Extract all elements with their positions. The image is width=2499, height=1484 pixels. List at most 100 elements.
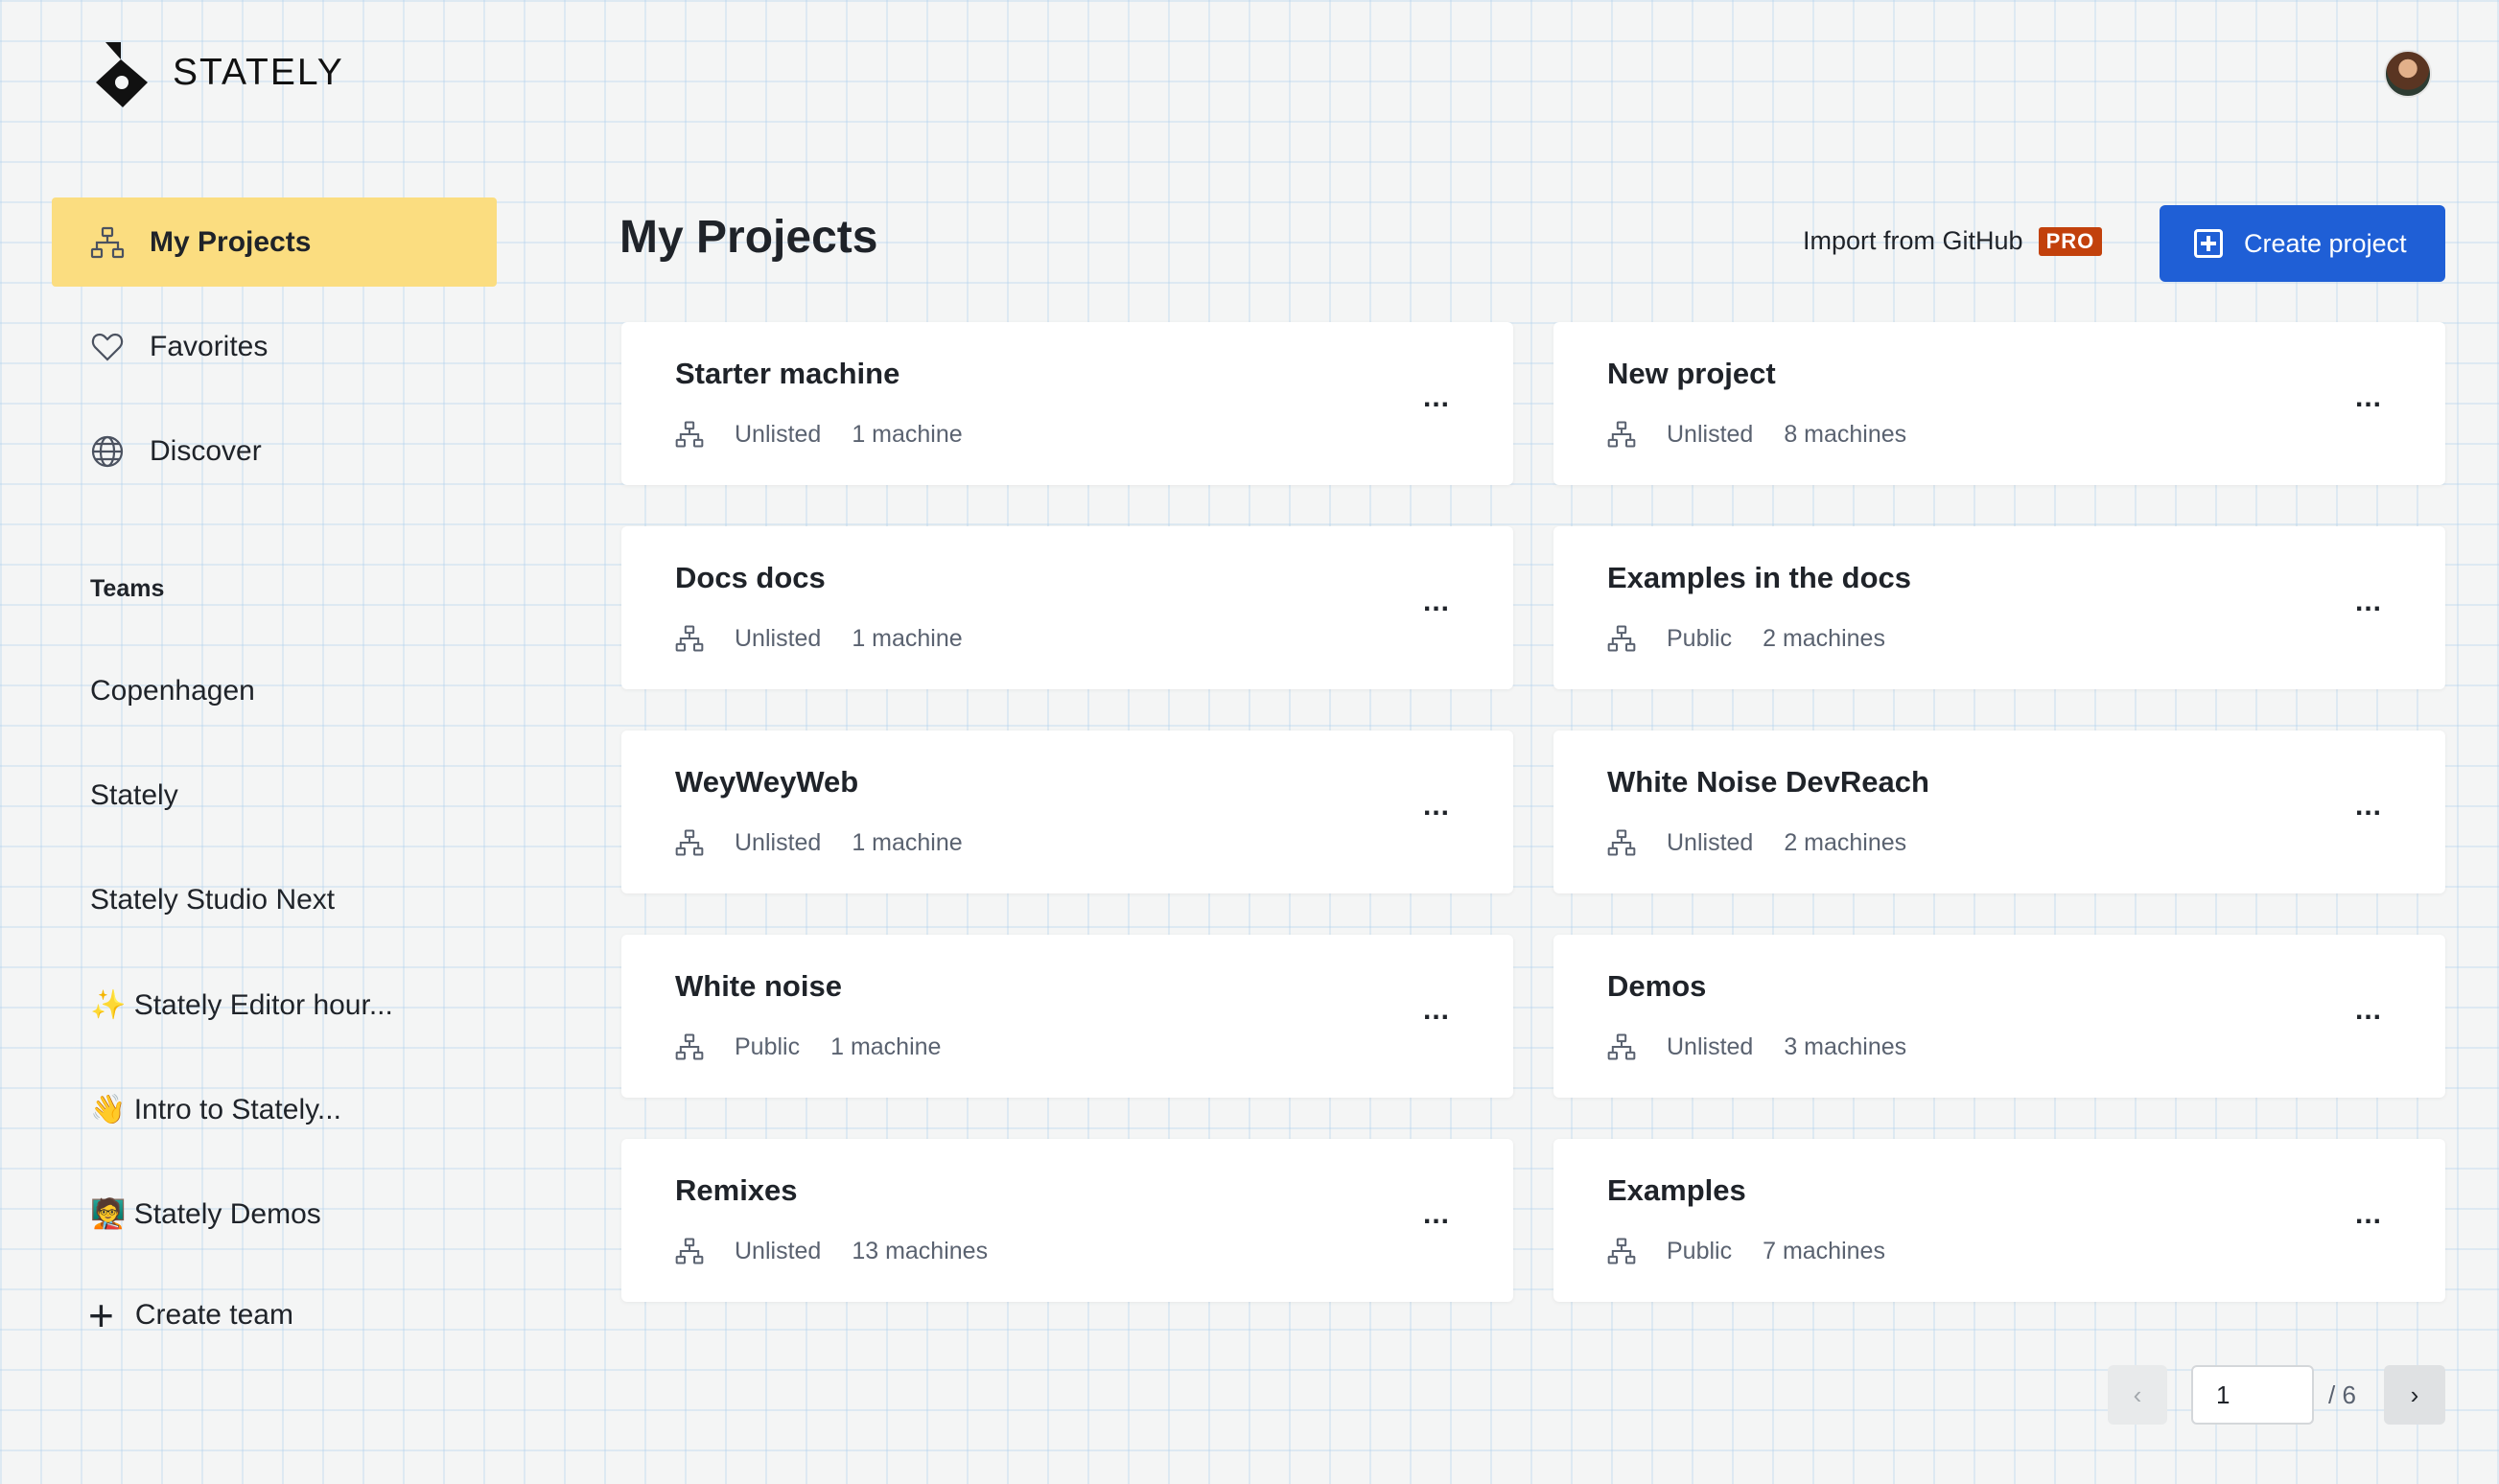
project-card[interactable]: White Noise DevReach Unlisted 2 machines..… [1553,730,2445,893]
hierarchy-icon [675,625,704,652]
plus-square-icon [2194,229,2223,258]
hierarchy-icon [1607,1238,1636,1264]
project-title[interactable]: Starter machine [675,357,899,391]
project-card[interactable]: Docs docs Unlisted 1 machine... [621,526,1513,689]
import-label: Import from GitHub [1803,226,2023,255]
hierarchy-icon [1607,625,1636,652]
import-from-github-button[interactable]: Import from GitHub PRO [1803,226,2103,256]
project-meta: Unlisted 2 machines [1607,828,1906,857]
project-machine-count: 1 machine [852,420,963,448]
project-title[interactable]: Demos [1607,969,1706,1004]
more-options-icon[interactable]: ... [2355,588,2382,616]
team-item[interactable]: 👋 Intro to Stately... [90,1093,341,1126]
project-card[interactable]: Examples in the docs Public 2 machines... [1553,526,2445,689]
project-title[interactable]: Remixes [675,1173,798,1208]
more-options-icon[interactable]: ... [1423,383,1450,412]
hierarchy-icon [675,1033,704,1060]
create-project-button[interactable]: Create project [2160,205,2445,282]
project-card[interactable]: New project Unlisted 8 machines... [1553,322,2445,485]
project-meta: Unlisted 8 machines [1607,420,1906,449]
hierarchy-icon [1607,829,1636,856]
pro-badge: PRO [2038,226,2103,256]
stately-logo [96,42,148,107]
project-machine-count: 1 machine [852,828,963,856]
project-card[interactable]: Remixes Unlisted 13 machines... [621,1139,1513,1302]
team-item[interactable]: ✨ Stately Editor hour... [90,988,393,1022]
more-options-icon[interactable]: ... [1423,1200,1450,1229]
project-meta: Public 1 machine [675,1032,941,1061]
page-title: My Projects [619,212,878,263]
more-options-icon[interactable]: ... [2355,792,2382,821]
project-visibility: Public [1667,1237,1733,1264]
project-title[interactable]: White Noise DevReach [1607,765,1929,800]
project-title[interactable]: Examples in the docs [1607,561,1911,595]
page-total: / 6 [2328,1380,2356,1409]
project-card[interactable]: White noise Public 1 machine... [621,935,1513,1098]
project-visibility: Unlisted [1667,420,1754,448]
more-options-icon[interactable]: ... [1423,996,1450,1025]
project-card[interactable]: Starter machine Unlisted 1 machine... [621,322,1513,485]
project-meta: Unlisted 13 machines [675,1237,988,1265]
team-item[interactable]: Stately [90,779,178,812]
sidebar-item-favorites[interactable]: Favorites [52,302,497,391]
project-machine-count: 2 machines [1763,624,1885,652]
hierarchy-icon [1607,421,1636,448]
hierarchy-icon [675,421,704,448]
project-meta: Unlisted 1 machine [675,420,963,449]
project-title[interactable]: White noise [675,969,842,1004]
project-title[interactable]: WeyWeyWeb [675,765,858,800]
create-team-label: Create team [134,1299,293,1331]
project-machine-count: 1 machine [852,624,963,652]
team-item[interactable]: 🧑‍🏫 Stately Demos [90,1197,321,1231]
project-visibility: Public [735,1032,801,1060]
more-options-icon[interactable]: ... [2355,1200,2382,1229]
brand-name: STATELY [173,52,344,93]
heart-icon [91,333,124,361]
teams-heading: Teams [90,575,165,602]
project-meta: Public 2 machines [1607,624,1885,653]
more-options-icon[interactable]: ... [1423,792,1450,821]
team-item[interactable]: Copenhagen [90,675,255,707]
previous-page-button[interactable]: ‹ [2108,1365,2167,1425]
project-card[interactable]: WeyWeyWeb Unlisted 1 machine... [621,730,1513,893]
project-visibility: Unlisted [1667,1032,1754,1060]
project-visibility: Unlisted [735,420,822,448]
project-meta: Public 7 machines [1607,1237,1885,1265]
project-title[interactable]: Examples [1607,1173,1746,1208]
plus-icon: + [88,1290,114,1340]
sidebar-item-my-projects[interactable]: My Projects [52,197,497,287]
project-meta: Unlisted 3 machines [1607,1032,1906,1061]
sidebar-item-label: Discover [150,434,262,467]
sidebar-item-discover[interactable]: Discover [52,406,497,496]
chevron-right-icon: › [2410,1380,2419,1409]
hierarchy-icon [675,1238,704,1264]
sidebar-item-label: Favorites [150,330,269,362]
globe-icon [91,435,124,467]
chevron-left-icon: ‹ [2133,1380,2142,1409]
project-title[interactable]: New project [1607,357,1776,391]
project-card[interactable]: Demos Unlisted 3 machines... [1553,935,2445,1098]
next-page-button[interactable]: › [2384,1365,2445,1425]
team-item[interactable]: Stately Studio Next [90,884,335,916]
project-machine-count: 2 machines [1784,828,1907,856]
more-options-icon[interactable]: ... [2355,996,2382,1025]
page-number-input[interactable]: 1 [2191,1365,2314,1425]
avatar[interactable] [2384,50,2432,98]
project-machine-count: 3 machines [1784,1032,1907,1060]
hierarchy-icon [675,829,704,856]
more-options-icon[interactable]: ... [2355,383,2382,412]
hierarchy-icon [1607,1033,1636,1060]
project-machine-count: 7 machines [1763,1237,1885,1264]
project-title[interactable]: Docs docs [675,561,826,595]
create-project-label: Create project [2244,228,2407,258]
project-visibility: Unlisted [735,828,822,856]
more-options-icon[interactable]: ... [1423,588,1450,616]
project-machine-count: 8 machines [1784,420,1907,448]
project-visibility: Public [1667,624,1733,652]
project-card[interactable]: Examples Public 7 machines... [1553,1139,2445,1302]
create-team-button[interactable]: + Create team [88,1290,293,1340]
project-visibility: Unlisted [735,1237,822,1264]
project-meta: Unlisted 1 machine [675,624,963,653]
project-meta: Unlisted 1 machine [675,828,963,857]
project-machine-count: 13 machines [852,1237,989,1264]
